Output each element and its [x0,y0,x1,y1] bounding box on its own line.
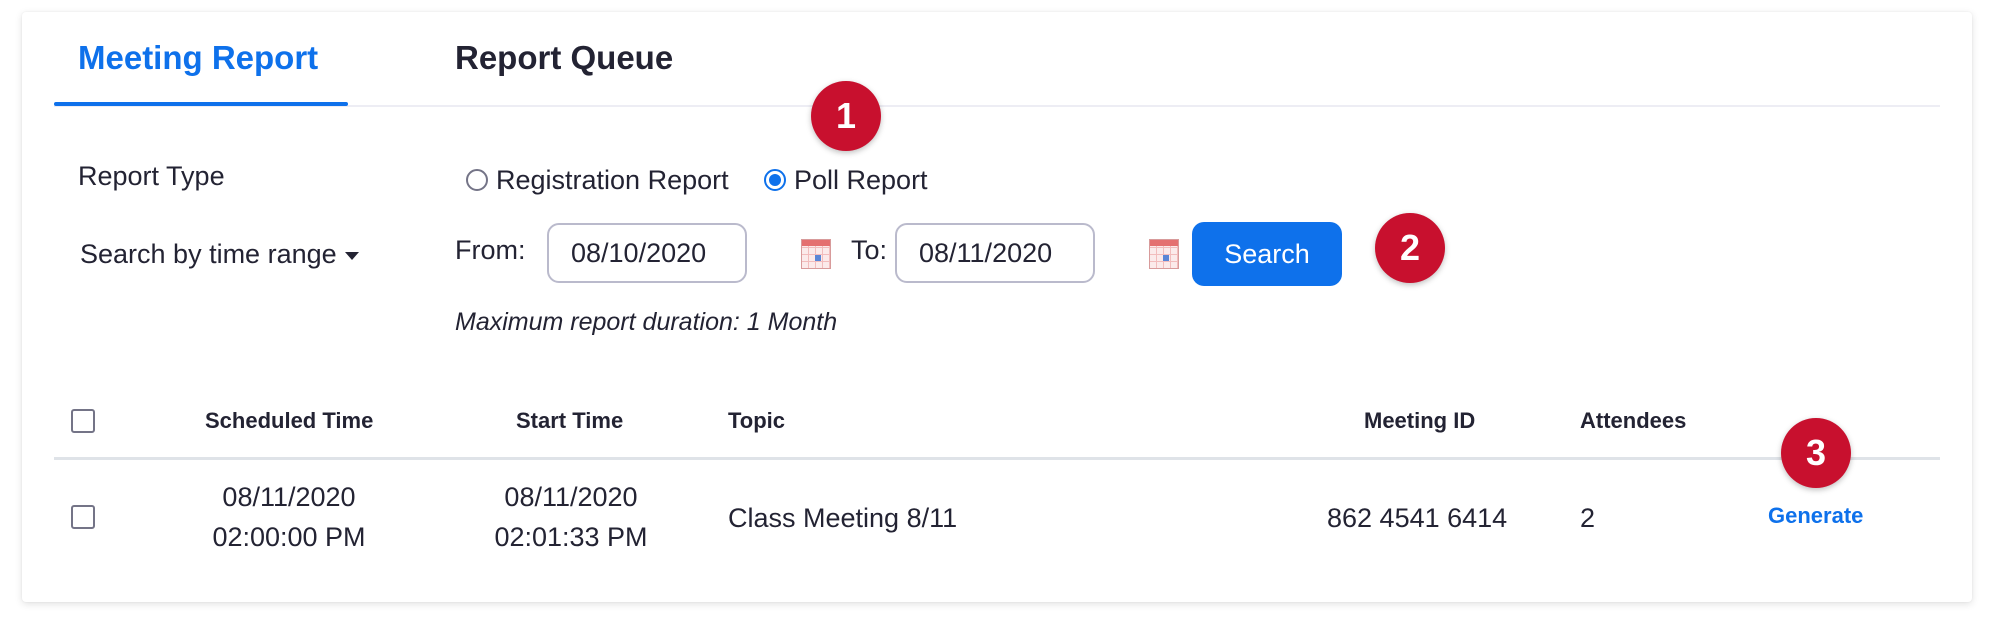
start-time-cell: 08/11/2020 02:01:33 PM [482,477,660,557]
row-checkbox[interactable] [71,505,95,529]
generate-link[interactable]: Generate [1768,503,1863,529]
report-type-label: Report Type [78,161,225,191]
scheduled-date: 08/11/2020 [222,482,356,512]
table-header-divider [54,457,1940,460]
max-duration-note: Maximum report duration: 1 Month [455,308,838,336]
header-attendees: Attendees [1580,408,1687,433]
active-tab-indicator [54,102,348,106]
search-mode-dropdown[interactable]: Search by time range [80,238,359,270]
annotation-badge-1: 1 [811,81,881,151]
header-start-time: Start Time [516,408,624,433]
tab-report-queue[interactable]: Report Queue [455,38,673,78]
topic-cell: Class Meeting 8/11 [728,503,958,533]
from-label: From: [455,235,526,265]
radio-registration-report[interactable]: Registration Report [466,164,729,196]
meeting-id-cell: 862 4541 6414 [1327,503,1508,533]
radio-poll-report[interactable]: Poll Report [764,164,928,196]
to-label: To: [851,235,888,265]
start-date: 08/11/2020 [504,482,638,512]
from-date-input[interactable] [547,223,747,283]
caret-down-icon [344,251,359,260]
scheduled-time: 02:00:00 PM [212,522,366,552]
to-date-input[interactable] [895,223,1095,283]
radio-label: Registration Report [496,165,729,195]
scheduled-time-cell: 08/11/2020 02:00:00 PM [200,477,378,557]
tab-meeting-report[interactable]: Meeting Report [78,38,318,78]
header-topic: Topic [728,408,786,433]
annotation-badge-2: 2 [1375,213,1445,283]
radio-button[interactable] [466,169,488,191]
search-button[interactable]: Search [1192,222,1342,286]
calendar-icon[interactable] [801,239,831,269]
header-scheduled-time: Scheduled Time [205,408,374,433]
select-all-checkbox[interactable] [71,409,95,433]
start-time: 02:01:33 PM [494,522,648,552]
search-mode-label: Search by time range [80,239,337,269]
header-meeting-id: Meeting ID [1364,408,1476,433]
radio-label: Poll Report [794,165,928,195]
annotation-badge-3: 3 [1781,418,1851,488]
calendar-icon[interactable] [1149,239,1179,269]
attendees-cell: 2 [1580,503,1596,533]
radio-button-selected[interactable] [764,169,786,191]
